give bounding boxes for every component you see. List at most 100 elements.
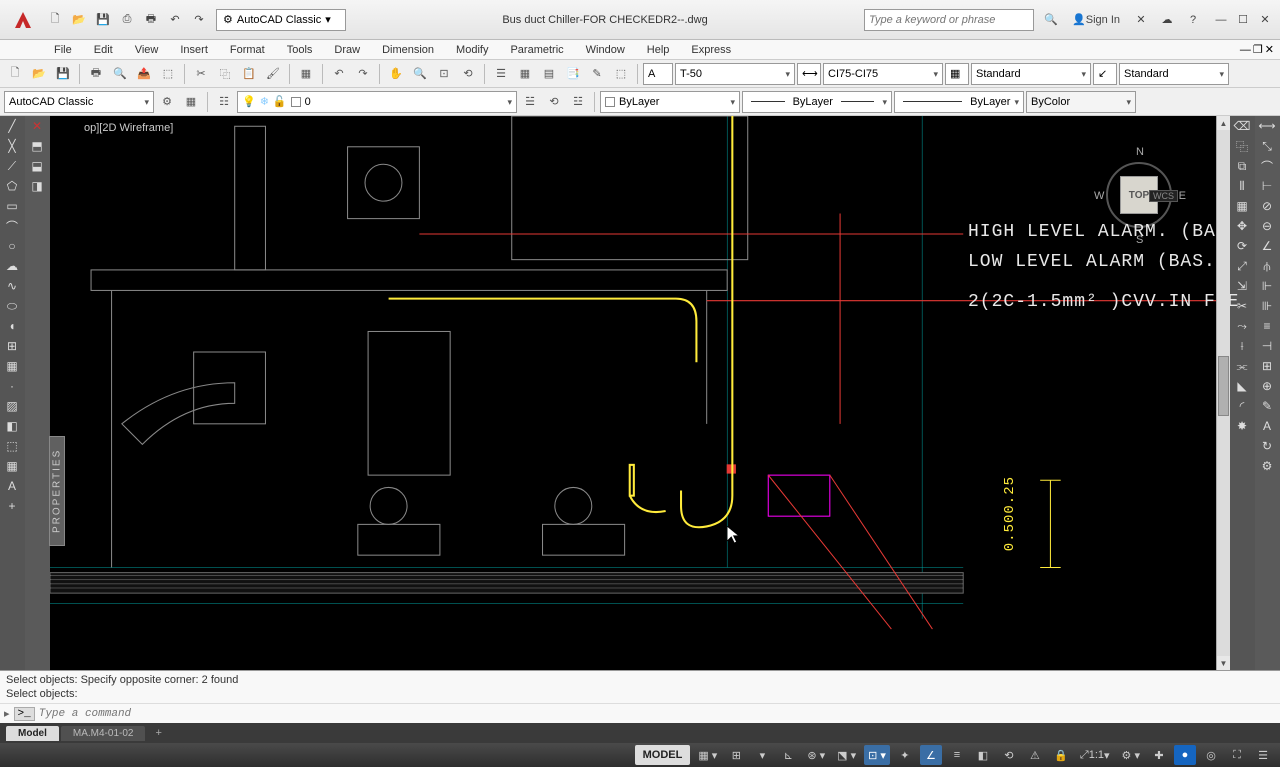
scroll-thumb[interactable] [1218, 356, 1229, 416]
plotstyle-combo[interactable]: ByColor [1026, 91, 1136, 113]
ssm-icon[interactable]: 📑 [562, 63, 584, 85]
autoscale-icon[interactable]: 🔒 [1050, 745, 1072, 765]
ellipsearc-icon[interactable]: ◖ [0, 317, 24, 335]
menu-draw[interactable]: Draw [324, 42, 370, 58]
transparency-icon[interactable]: ◧ [972, 745, 994, 765]
ortho-icon[interactable]: ⊾ [777, 745, 799, 765]
redo2-icon[interactable]: ↷ [352, 63, 374, 85]
new-icon[interactable]: 🗋 [44, 9, 66, 31]
minimize-icon[interactable]: — [1210, 9, 1232, 31]
preview-icon[interactable]: 🔍 [109, 63, 131, 85]
fillet-icon[interactable]: ◜ [1230, 397, 1254, 415]
pline-icon[interactable]: ⟋ [0, 157, 24, 175]
dim-icon[interactable]: ⟷ [797, 63, 821, 85]
paste-icon[interactable]: 📋 [238, 63, 260, 85]
table2-icon[interactable]: ▦ [0, 457, 24, 475]
mirror-icon[interactable]: ⧉ [1230, 157, 1254, 175]
doc-restore-icon[interactable]: ❐ [1253, 43, 1263, 56]
menu-format[interactable]: Format [220, 42, 275, 58]
order1-icon[interactable]: ⬒ [25, 137, 49, 155]
add-layout-icon[interactable]: + [147, 725, 169, 741]
otrack-icon[interactable]: ∠ [920, 745, 942, 765]
blockedit-icon[interactable]: ▦ [295, 63, 317, 85]
extend-icon[interactable]: ⤳ [1230, 317, 1254, 335]
zoom-realtime-icon[interactable]: 🔍 [409, 63, 431, 85]
print-icon[interactable]: 🖶 [140, 9, 162, 31]
dimedit-icon[interactable]: ✎ [1255, 397, 1279, 415]
cut-icon[interactable]: ✂ [190, 63, 212, 85]
scroll-up-icon[interactable]: ▲ [1217, 116, 1230, 130]
tablestyle-combo[interactable]: Standard [971, 63, 1091, 85]
order3-icon[interactable]: ◨ [25, 177, 49, 195]
signin-button[interactable]: 👤 Sign In [1066, 9, 1126, 31]
modelspace-button[interactable]: MODEL [635, 745, 691, 765]
cmd-toggle-icon[interactable]: ▸ [4, 707, 10, 720]
cleanscreen-icon[interactable]: ⛶ [1226, 745, 1248, 765]
saveas-icon[interactable]: ⎙ [116, 9, 138, 31]
hwaccel-icon[interactable]: ● [1174, 745, 1196, 765]
layer-filter-icon[interactable]: ☱ [519, 91, 541, 113]
plot-icon[interactable]: 🖶 [85, 63, 107, 85]
tp-icon[interactable]: ▤ [538, 63, 560, 85]
tol-icon[interactable]: ⊞ [1255, 357, 1279, 375]
menu-insert[interactable]: Insert [170, 42, 218, 58]
break-icon[interactable]: ⟊ [1230, 337, 1254, 355]
dimbase-icon[interactable]: ⊩ [1255, 277, 1279, 295]
undo-icon[interactable]: ↶ [164, 9, 186, 31]
scale-icon[interactable]: ⤢ [1230, 257, 1254, 275]
match-icon[interactable]: 🖌 [262, 63, 284, 85]
menu-parametric[interactable]: Parametric [500, 42, 573, 58]
insert-icon[interactable]: ⊞ [0, 337, 24, 355]
annomon-icon[interactable]: ⚠ [1024, 745, 1046, 765]
snap-icon[interactable]: ⊞ [725, 745, 747, 765]
app-logo[interactable] [8, 5, 38, 35]
mleader-icon[interactable]: ↙ [1093, 63, 1117, 85]
save2-icon[interactable]: 💾 [52, 63, 74, 85]
tab-layout1[interactable]: MA.M4-01-02 [61, 726, 146, 741]
region-icon[interactable]: ⬚ [0, 437, 24, 455]
osnap-icon[interactable]: ⊡ ▾ [864, 745, 890, 765]
revcloud-icon[interactable]: ☁ [0, 257, 24, 275]
exchange-icon[interactable]: ✕ [1130, 9, 1152, 31]
3dosnap-icon[interactable]: ✦ [894, 745, 916, 765]
move-icon[interactable]: ✥ [1230, 217, 1254, 235]
dimstyle-combo[interactable]: CI75-CI75 [823, 63, 943, 85]
array-icon[interactable]: ▦ [1230, 197, 1254, 215]
xline-icon[interactable]: ╳ [0, 137, 24, 155]
save-icon[interactable]: 💾 [92, 9, 114, 31]
arc-icon[interactable]: ⌒ [0, 217, 24, 235]
color-combo[interactable]: ByLayer [600, 91, 740, 113]
doc-minimize-icon[interactable]: — [1240, 43, 1251, 56]
dimspace-icon[interactable]: ≡ [1255, 317, 1279, 335]
isolate-icon[interactable]: ◎ [1200, 745, 1222, 765]
point-icon[interactable]: · [0, 377, 24, 395]
workspace-dropdown[interactable]: ⚙ AutoCAD Classic ▾ [216, 9, 346, 31]
circle-icon[interactable]: ○ [0, 237, 24, 255]
topctrl-icon[interactable]: ✕ [25, 117, 49, 135]
qnew-icon[interactable]: 🗋 [4, 63, 26, 85]
polygon-icon[interactable]: ⬠ [0, 177, 24, 195]
vertical-scrollbar[interactable]: ▲ ▼ [1216, 116, 1230, 670]
offset-icon[interactable]: ⫴ [1230, 177, 1254, 195]
infergrid-icon[interactable]: ▾ [751, 745, 773, 765]
zoom-window-icon[interactable]: ⊡ [433, 63, 455, 85]
ws-mytools-icon[interactable]: ▦ [180, 91, 202, 113]
line-icon[interactable]: ╱ [0, 117, 24, 135]
search-icon[interactable]: 🔍 [1040, 9, 1062, 31]
join-icon[interactable]: ⫘ [1230, 357, 1254, 375]
mtext-icon[interactable]: A [0, 477, 24, 495]
chamfer-icon[interactable]: ◣ [1230, 377, 1254, 395]
mleader-combo[interactable]: Standard [1119, 63, 1229, 85]
cen-icon[interactable]: ⊕ [1255, 377, 1279, 395]
drawing-canvas[interactable] [50, 116, 1230, 634]
dimupd-icon[interactable]: ↻ [1255, 437, 1279, 455]
dimcont-icon[interactable]: ⊪ [1255, 297, 1279, 315]
ellipse-icon[interactable]: ⬭ [0, 297, 24, 315]
selcyc-icon[interactable]: ⟲ [998, 745, 1020, 765]
dimted-icon[interactable]: A [1255, 417, 1279, 435]
ws-settings-icon[interactable]: ⚙ [156, 91, 178, 113]
pan-icon[interactable]: ✋ [385, 63, 407, 85]
erase-icon[interactable]: ⌫ [1230, 117, 1254, 135]
publish-icon[interactable]: 📤 [133, 63, 155, 85]
order2-icon[interactable]: ⬓ [25, 157, 49, 175]
